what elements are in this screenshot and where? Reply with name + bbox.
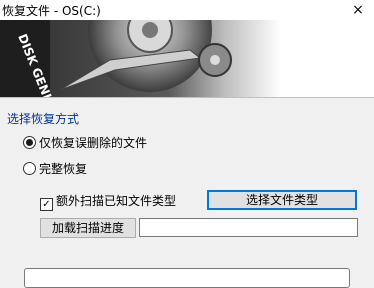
close-icon[interactable]: × [348, 0, 368, 20]
load-scan-progress-button[interactable]: 加载扫描进度 [40, 218, 136, 238]
scan-progress-path-field[interactable] [139, 218, 358, 237]
hard-disk-image: DISK GENIUS [0, 20, 374, 98]
radio-deleted-only-indicator[interactable] [23, 136, 36, 149]
extra-scan-label: 额外扫描已知文件类型 [56, 194, 177, 208]
lower-panel [24, 268, 350, 288]
radio-full-recovery-indicator[interactable] [23, 162, 36, 175]
radio-deleted-only[interactable]: 仅恢复误删除的文件 [23, 134, 147, 150]
title-bar: 恢复文件 - OS(C:) × [0, 0, 374, 20]
select-file-types-button[interactable]: 选择文件类型 [207, 190, 357, 210]
radio-full-recovery[interactable]: 完整恢复 [23, 160, 87, 176]
section-title: 选择恢复方式 [7, 112, 80, 126]
banner-divider [0, 97, 374, 98]
radio-full-recovery-label: 完整恢复 [39, 162, 88, 176]
window-title: 恢复文件 - OS(C:) [2, 4, 101, 18]
checkmark-icon[interactable]: ✓ [40, 198, 53, 211]
extra-scan-checkbox[interactable]: ✓ 额外扫描已知文件类型 [40, 192, 176, 211]
radio-deleted-only-label: 仅恢复误删除的文件 [39, 136, 148, 150]
disk-genius-banner: DISK GENIUS [0, 20, 374, 98]
